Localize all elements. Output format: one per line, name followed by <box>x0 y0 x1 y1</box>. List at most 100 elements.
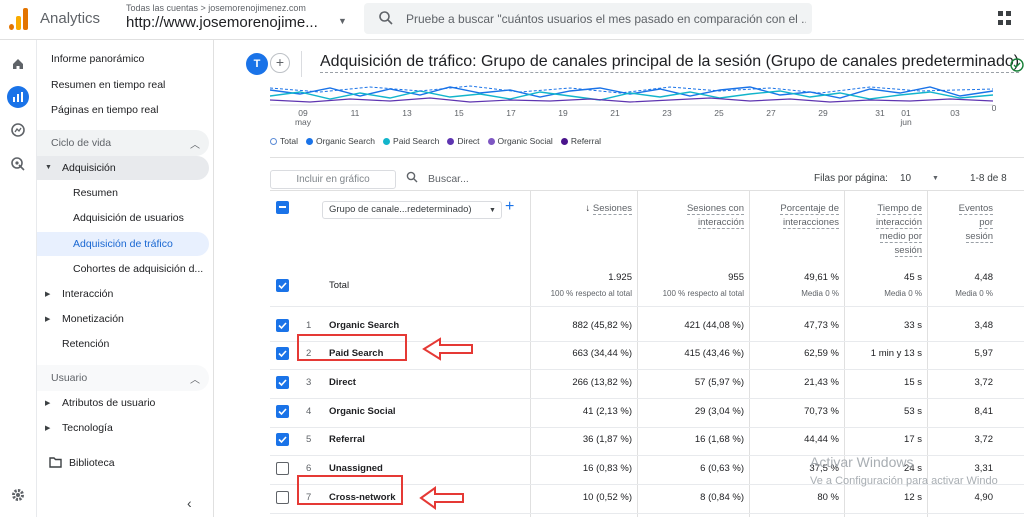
table-search-input[interactable]: Buscar... <box>428 173 469 185</box>
col-header-events-per-session[interactable]: Eventos por sesión <box>934 202 993 244</box>
settings-gear-icon[interactable] <box>7 484 29 506</box>
legend-referral[interactable]: Referral <box>560 136 601 146</box>
add-dimension-button[interactable]: + <box>505 198 514 216</box>
collapse-nav-icon[interactable]: ‹ <box>187 495 192 511</box>
dimension-selector[interactable]: Grupo de canale...redeterminado) <box>322 201 502 219</box>
row-divider <box>270 427 1024 428</box>
nav-realtime[interactable]: Resumen en tiempo real <box>51 79 165 91</box>
row-divider <box>270 398 1024 399</box>
row-channel-name: Organic Search <box>329 320 400 331</box>
row-engagement-time: 12 s <box>904 492 922 503</box>
x-tick: 21 <box>610 108 620 118</box>
row-engagement-rate: 62,59 % <box>804 348 839 359</box>
x-tick: 13 <box>402 108 412 118</box>
apps-grid-icon[interactable] <box>998 11 1012 25</box>
chevron-up-icon: ︿ <box>190 375 200 386</box>
col-header-engagement-time[interactable]: Tiempo de interacción medio por sesión <box>854 202 922 258</box>
row-checkbox[interactable] <box>276 319 289 332</box>
row-events-per-session: 4,90 <box>974 492 994 503</box>
legend-total[interactable]: Total <box>270 136 298 146</box>
row-checkbox[interactable] <box>276 347 289 360</box>
x-tick: 31 <box>875 108 885 118</box>
col-header-sessions[interactable]: ↓ Sesiones <box>544 202 632 216</box>
row-divider <box>270 306 1024 307</box>
legend-paid-search[interactable]: Paid Search <box>383 136 439 146</box>
check-circle-icon <box>1010 58 1024 72</box>
nav-library[interactable]: Biblioteca <box>69 457 115 469</box>
divider <box>270 157 1024 158</box>
windows-activation-watermark: Activar Windows <box>810 454 914 470</box>
home-icon[interactable] <box>7 53 29 75</box>
nav-section-user[interactable]: Usuario ︿ <box>37 365 209 391</box>
row-index: 5 <box>306 434 312 445</box>
select-all-checkbox[interactable] <box>276 201 289 214</box>
rows-per-page-select[interactable]: 10 <box>900 173 911 184</box>
left-arrow-icon <box>419 486 464 510</box>
search-bar[interactable]: Pruebe a buscar "cuántos usuarios el mes… <box>364 3 812 34</box>
avatar[interactable]: T <box>246 53 268 75</box>
nav-technology[interactable]: Tecnología <box>62 422 113 434</box>
row-engaged-sessions: 57 (5,97 %) <box>694 377 744 388</box>
report-nav: Informe panorámico Resumen en tiempo rea… <box>37 40 214 517</box>
row-engagement-time: 15 s <box>904 377 922 388</box>
nav-section-lifecycle[interactable]: Ciclo de vida ︿ <box>37 130 209 156</box>
legend-direct[interactable]: Direct <box>447 136 480 146</box>
row-sessions: 10 (0,52 %) <box>582 492 632 503</box>
search-placeholder: Pruebe a buscar "cuántos usuarios el mes… <box>406 12 806 26</box>
legend-dot <box>305 137 313 145</box>
report-title[interactable]: Adquisición de tráfico: Grupo de canales… <box>320 53 1020 73</box>
col-header-engagement-rate[interactable]: Porcentaje de interacciones <box>754 202 839 230</box>
add-comparison-button[interactable]: + <box>270 53 290 73</box>
nav-acq-cohorts[interactable]: Cohortes de adquisición d... <box>73 263 203 275</box>
col-header-engaged-sessions[interactable]: Sesiones con interacción <box>654 202 744 230</box>
include-in-chart-button[interactable]: Incluir en gráfico <box>270 170 396 189</box>
caret-down-icon: ▼ <box>45 164 52 171</box>
row-checkbox[interactable] <box>276 491 289 504</box>
nav-realtime-pages[interactable]: Páginas en tiempo real <box>51 104 158 116</box>
nav-retention[interactable]: Retención <box>62 338 109 350</box>
caret-down-icon[interactable]: ▼ <box>338 16 347 26</box>
row-engagement-rate: 70,73 % <box>804 406 839 417</box>
row-sessions: 36 (1,87 %) <box>582 434 632 445</box>
line-chart <box>270 85 993 106</box>
total-events-sub: Media 0 % <box>955 289 993 298</box>
highlight-box-paid-search <box>297 334 407 361</box>
caret-right-icon: ▶ <box>45 316 51 323</box>
windows-activation-hint: Ve a Configuración para activar Windo <box>810 475 998 487</box>
row-checkbox[interactable] <box>276 462 289 475</box>
nav-overview[interactable]: Informe panorámico <box>51 53 144 65</box>
row-checkbox[interactable] <box>276 433 289 446</box>
account-breadcrumb[interactable]: Todas las cuentas > josemorenojimenez.co… <box>126 3 306 13</box>
total-sessions-sub: 100 % respecto al total <box>550 289 632 298</box>
property-selector[interactable]: http://www.josemorenojime... <box>126 14 318 31</box>
legend-organic-social[interactable]: Organic Social <box>487 136 553 146</box>
row-engaged-sessions: 8 (0,84 %) <box>700 492 744 503</box>
row-events-per-session: 3,31 <box>974 463 994 474</box>
nav-engagement[interactable]: Interacción <box>62 288 113 300</box>
nav-user-attributes[interactable]: Atributos de usuario <box>62 397 155 409</box>
total-label: Total <box>329 280 350 291</box>
caret-down-icon: ▼ <box>489 207 496 214</box>
nav-traffic-acquisition-label: Adquisición de tráfico <box>73 238 173 250</box>
legend-organic-search[interactable]: Organic Search <box>305 136 375 146</box>
y-tick: 0 <box>991 103 997 113</box>
advertising-icon[interactable] <box>7 153 29 175</box>
left-rail <box>0 40 37 517</box>
total-sessions: 1.925 <box>608 272 632 283</box>
row-engaged-sessions: 29 (3,04 %) <box>694 406 744 417</box>
x-tick: 19 <box>558 108 568 118</box>
nav-user-acquisition[interactable]: Adquisición de usuarios <box>73 212 184 224</box>
reports-icon[interactable] <box>7 86 29 108</box>
nav-acq-summary[interactable]: Resumen <box>73 187 118 199</box>
total-checkbox[interactable] <box>276 279 289 292</box>
row-index: 4 <box>306 406 312 417</box>
analytics-logo[interactable] <box>9 8 29 30</box>
row-checkbox[interactable] <box>276 405 289 418</box>
row-channel-name: Unassigned <box>329 463 383 474</box>
row-checkbox[interactable] <box>276 376 289 389</box>
caret-down-icon[interactable]: ▼ <box>932 175 939 182</box>
x-tick: 27 <box>766 108 776 118</box>
row-divider <box>270 369 1024 370</box>
explore-icon[interactable] <box>7 119 29 141</box>
nav-monetization[interactable]: Monetización <box>62 313 124 325</box>
